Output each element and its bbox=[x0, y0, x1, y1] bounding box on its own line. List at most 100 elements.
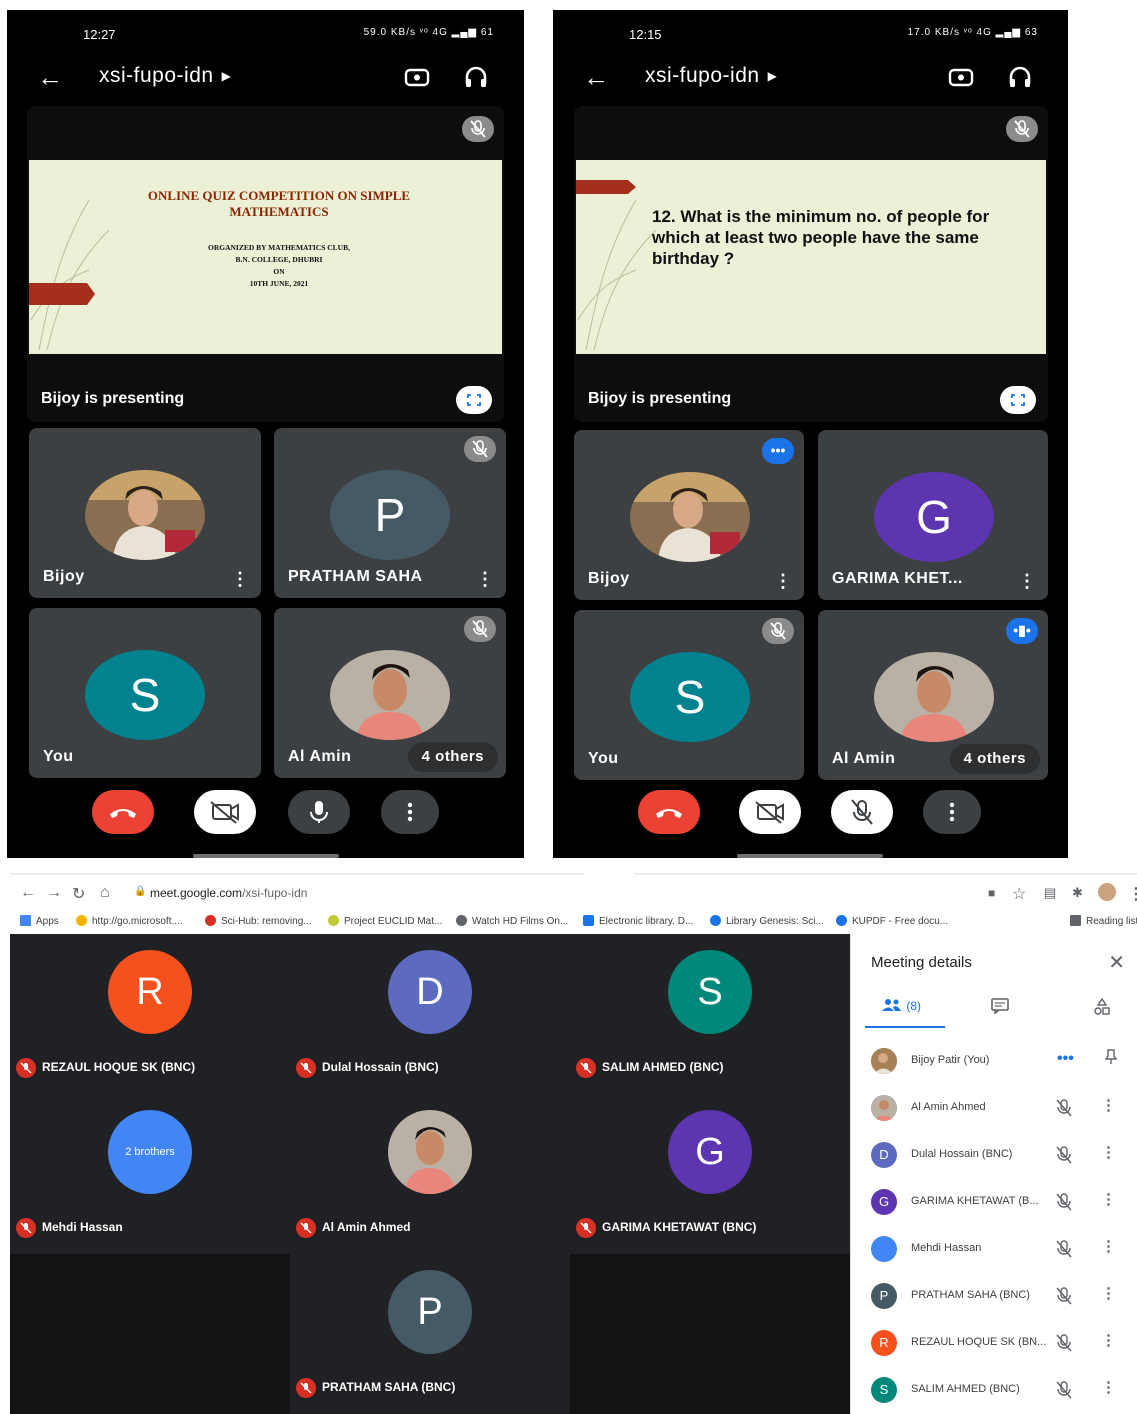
home-icon[interactable]: ⌂ bbox=[100, 884, 110, 902]
more-options-icon[interactable]: ⋮ bbox=[231, 570, 249, 588]
back-icon[interactable]: ← bbox=[20, 884, 36, 902]
switch-camera-icon[interactable] bbox=[946, 62, 976, 92]
bookmark-apps[interactable]: Apps bbox=[20, 915, 59, 927]
others-chip[interactable]: 4 others bbox=[949, 744, 1040, 774]
mic-off-icon bbox=[472, 620, 488, 638]
more-options-icon[interactable]: ⋮ bbox=[1101, 1190, 1116, 1208]
tile-label: GARIMA KHETAWAT (BNC) bbox=[576, 1218, 756, 1238]
more-options-icon[interactable]: ⋮ bbox=[1101, 1143, 1116, 1161]
more-options-icon[interactable]: ⋮ bbox=[1101, 1331, 1116, 1349]
headphones-icon[interactable] bbox=[1006, 62, 1034, 92]
browser-window: ← → ↻ ⌂ 🔒 meet.google.com/xsi-fupo-idn ■… bbox=[10, 866, 1137, 1414]
phone-hangup-icon bbox=[110, 809, 136, 818]
grid-tile-salim[interactable]: S SALIM AHMED (BNC) bbox=[570, 934, 850, 1094]
mic-off-icon bbox=[1056, 1334, 1072, 1352]
participant-name: PRATHAM SAHA (BNC) bbox=[911, 1289, 1030, 1301]
participant-tile-bijoy[interactable]: ••• Bijoy ⋮ bbox=[574, 430, 804, 600]
reading-list[interactable]: Reading list bbox=[1070, 915, 1137, 927]
others-chip[interactable]: 4 others bbox=[407, 742, 498, 772]
participant-row[interactable]: R REZAUL HOQUE SK (BN... ⋮ bbox=[851, 1320, 1137, 1366]
status-bar: 12:27 59.0 KB/s ᵛᵒ 4G ▂▄▆ 61 bbox=[7, 10, 524, 58]
more-options-icon[interactable]: ⋮ bbox=[476, 570, 494, 588]
tab-activities[interactable] bbox=[1093, 997, 1111, 1019]
bookmark-item[interactable]: KUPDF - Free docu... bbox=[836, 915, 948, 927]
tile-label: PRATHAM SAHA (BNC) bbox=[296, 1378, 455, 1398]
close-icon[interactable]: ✕ bbox=[1108, 950, 1125, 975]
fullscreen-button[interactable] bbox=[1000, 386, 1036, 414]
more-options-icon[interactable]: ⋮ bbox=[1101, 1237, 1116, 1255]
meeting-code[interactable]: xsi-fupo-idn ▶ bbox=[99, 64, 231, 88]
bookmark-item[interactable]: Library Genesis: Sci... bbox=[710, 915, 824, 927]
grid-tile-garima[interactable]: G GARIMA KHETAWAT (BNC) bbox=[570, 1094, 850, 1254]
more-options-icon[interactable]: ⋮ bbox=[1018, 572, 1036, 590]
end-call-button[interactable] bbox=[638, 790, 700, 834]
reload-icon[interactable]: ↻ bbox=[72, 884, 85, 904]
grid-tile-dulal[interactable]: D Dulal Hossain (BNC) bbox=[290, 934, 570, 1094]
more-options-icon[interactable]: ⋮ bbox=[774, 572, 792, 590]
avatar: G bbox=[668, 1110, 752, 1194]
bookmark-item[interactable]: Electronic library. D... bbox=[583, 915, 693, 927]
bookmark-item[interactable]: Watch HD Films On... bbox=[456, 915, 568, 927]
more-options-button[interactable] bbox=[923, 790, 981, 834]
bookmark-item[interactable]: http://go.microsoft.... bbox=[76, 915, 183, 927]
tab-people[interactable]: (8) bbox=[881, 998, 921, 1013]
app-bar: ← xsi-fupo-idn ▶ bbox=[7, 58, 524, 102]
participant-tile-alamin[interactable]: Al Amin 4 others bbox=[274, 608, 506, 778]
participant-row[interactable]: Bijoy Patir (You) ••• bbox=[851, 1038, 1137, 1084]
star-icon[interactable]: ☆ bbox=[1012, 884, 1026, 904]
meeting-code[interactable]: xsi-fupo-idn ▶ bbox=[645, 64, 777, 88]
participant-name: Bijoy bbox=[43, 568, 85, 585]
lock-icon: 🔒 bbox=[134, 886, 147, 897]
mic-off-icon bbox=[851, 799, 873, 825]
profile-avatar[interactable] bbox=[1098, 883, 1116, 901]
mic-toggle-button[interactable] bbox=[288, 790, 350, 834]
more-options-icon[interactable]: ⋮ bbox=[1101, 1284, 1116, 1302]
camera-toggle-button[interactable] bbox=[194, 790, 256, 834]
bookmark-item[interactable]: Project EUCLID Mat... bbox=[328, 915, 442, 927]
more-options-button[interactable] bbox=[381, 790, 439, 834]
mic-off-icon bbox=[1056, 1381, 1072, 1399]
pin-icon[interactable] bbox=[1104, 1049, 1118, 1069]
forward-icon[interactable]: → bbox=[46, 884, 62, 902]
camera-toggle-button[interactable] bbox=[739, 790, 801, 834]
fullscreen-button[interactable] bbox=[456, 386, 492, 414]
headphones-icon[interactable] bbox=[462, 62, 490, 92]
extension-icon[interactable]: ▤ bbox=[1044, 885, 1056, 901]
participant-row[interactable]: D Dulal Hossain (BNC) ⋮ bbox=[851, 1132, 1137, 1178]
back-arrow-icon[interactable]: ← bbox=[37, 62, 63, 92]
participant-row[interactable]: G GARIMA KHETAWAT (B... ⋮ bbox=[851, 1179, 1137, 1225]
more-options-icon[interactable]: ⋮ bbox=[1101, 1096, 1116, 1114]
puzzle-icon[interactable]: ✱ bbox=[1072, 885, 1083, 901]
camera-indicator-icon[interactable]: ■ bbox=[988, 886, 995, 900]
participant-tile-pratham[interactable]: P PRATHAM SAHA ⋮ bbox=[274, 428, 506, 598]
slide-question: 12. What is the minimum no. of people fo… bbox=[652, 207, 990, 268]
participant-row[interactable]: Al Amin Ahmed ⋮ bbox=[851, 1085, 1137, 1131]
mic-toggle-button[interactable] bbox=[831, 790, 893, 834]
tab-chat[interactable] bbox=[991, 998, 1009, 1017]
participant-row[interactable]: Mehdi Hassan ⋮ bbox=[851, 1226, 1137, 1272]
participant-row[interactable]: P PRATHAM SAHA (BNC) ⋮ bbox=[851, 1273, 1137, 1319]
end-call-button[interactable] bbox=[92, 790, 154, 834]
participant-tile-you[interactable]: S You bbox=[574, 610, 804, 780]
back-arrow-icon[interactable]: ← bbox=[583, 62, 609, 92]
participant-tile-garima[interactable]: G GARIMA KHET... ⋮ bbox=[818, 430, 1048, 600]
grid-tile-pratham[interactable]: P PRATHAM SAHA (BNC) bbox=[290, 1254, 570, 1414]
avatar: D bbox=[871, 1142, 897, 1168]
participant-row[interactable]: S SALIM AHMED (BNC) ⋮ bbox=[851, 1367, 1137, 1413]
participant-name: GARIMA KHETAWAT (B... bbox=[911, 1195, 1039, 1207]
url-field[interactable]: meet.google.com/xsi-fupo-idn bbox=[150, 886, 307, 900]
grid-tile-mehdi[interactable]: 2 brothers Mehdi Hassan bbox=[10, 1094, 290, 1254]
more-options-icon[interactable]: ⋮ bbox=[1101, 1378, 1116, 1396]
participant-name: Al Amin bbox=[288, 748, 352, 765]
gesture-bar bbox=[737, 854, 883, 858]
participant-tile-you[interactable]: S You bbox=[29, 608, 261, 778]
participant-tile-bijoy[interactable]: Bijoy ⋮ bbox=[29, 428, 261, 598]
grid-tile-alamin[interactable]: Al Amin Ahmed bbox=[290, 1094, 570, 1254]
bookmark-item[interactable]: Sci-Hub: removing... bbox=[205, 915, 312, 927]
participant-tile-alamin[interactable]: •▮• Al Amin 4 others bbox=[818, 610, 1048, 780]
status-indicators: 59.0 KB/s ᵛᵒ 4G ▂▄▆ 61 bbox=[363, 27, 494, 38]
grid-tile-rezaul[interactable]: R REZAUL HOQUE SK (BNC) bbox=[10, 934, 290, 1094]
participant-name: Bijoy bbox=[588, 570, 630, 587]
switch-camera-icon[interactable] bbox=[402, 62, 432, 92]
menu-icon[interactable]: ⋮ bbox=[1128, 884, 1137, 904]
